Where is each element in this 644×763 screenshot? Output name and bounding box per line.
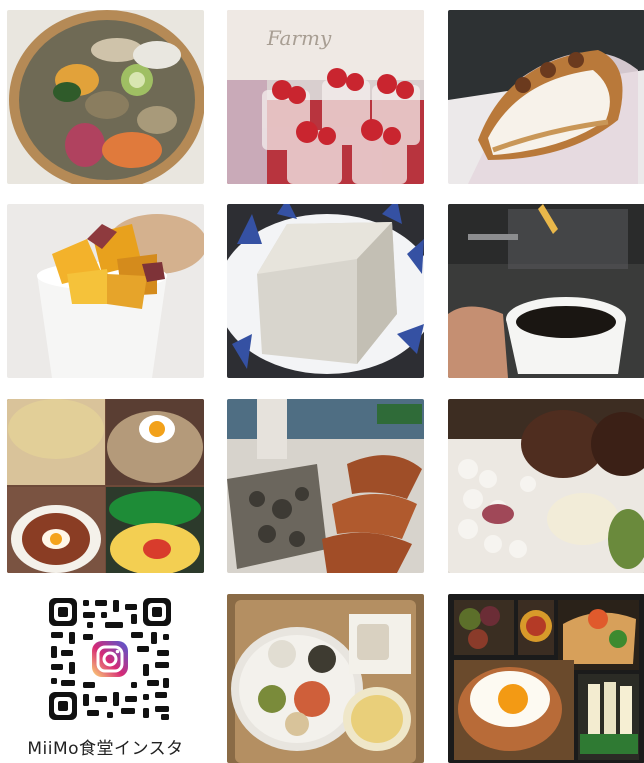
photo-gallery: Farmy MiiMo食堂インスタ: [0, 0, 644, 763]
cream-roll-photo[interactable]: [448, 10, 644, 184]
bento-box-photo[interactable]: [448, 594, 644, 763]
hamburg-bento-photo[interactable]: [448, 399, 644, 573]
farmy-sign-text: Farmy: [266, 26, 332, 50]
sweet-potato-cup-photo[interactable]: [7, 204, 204, 378]
rice-bowls-collage-photo[interactable]: [7, 399, 204, 573]
tofu-block-photo[interactable]: [227, 204, 424, 378]
instagram-qr-code[interactable]: [47, 596, 173, 722]
coffee-cup-photo[interactable]: [448, 204, 644, 378]
qr-caption: MiiMo食堂インスタ: [27, 739, 184, 759]
tray-lunch-photo[interactable]: [227, 594, 424, 763]
instagram-qr-card[interactable]: MiiMo食堂インスタ: [7, 594, 204, 763]
strawberry-cups-photo[interactable]: Farmy: [227, 10, 424, 184]
bowl-salad-photo[interactable]: [7, 10, 204, 184]
grilled-food-plate-photo[interactable]: [227, 399, 424, 573]
